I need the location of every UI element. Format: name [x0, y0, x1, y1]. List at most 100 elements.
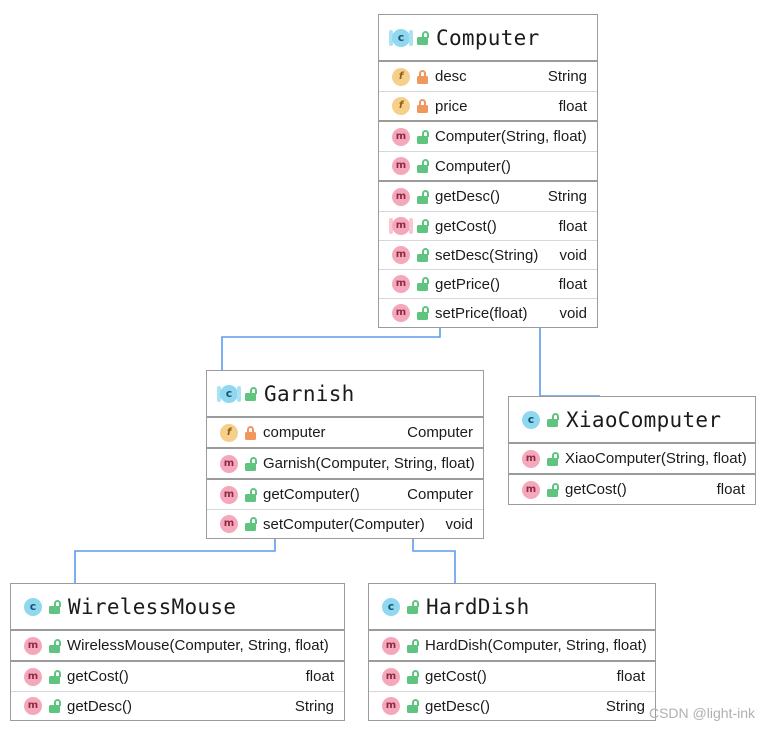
constructors-section-harddish: m HardDish(Computer, String, float)	[369, 629, 655, 660]
method-row[interactable]: m setPrice(float) void	[379, 298, 597, 327]
public-unlocked-icon	[48, 599, 61, 614]
constructors-section-garnish: m Garnish(Computer, String, float)	[207, 447, 483, 478]
public-unlocked-icon	[416, 129, 429, 144]
public-unlocked-icon	[416, 306, 429, 320]
class-icon: c	[519, 410, 543, 429]
public-unlocked-icon	[244, 487, 257, 502]
class-header-harddish: c HardDish	[369, 584, 655, 629]
public-unlocked-icon	[546, 451, 559, 466]
constructor-name-label: Computer()	[435, 157, 511, 175]
method-icon: m	[217, 454, 241, 473]
constructor-name-label: HardDish(Computer, String, float)	[425, 637, 647, 654]
constructor-row[interactable]: m XiaoComputer(String, float)	[509, 444, 755, 473]
class-box-computer[interactable]: c Computer f desc String f price float m…	[378, 14, 598, 328]
field-name-label: price	[435, 97, 468, 115]
fields-section-computer: f desc String f price float	[379, 60, 597, 120]
constructor-name-label: Garnish(Computer, String, float)	[263, 455, 475, 472]
method-icon: m	[379, 636, 403, 655]
method-return-type-label: String	[605, 697, 645, 715]
constructors-section-computer: m Computer(String, float) m Computer()	[379, 120, 597, 180]
constructor-row[interactable]: m Computer()	[379, 151, 597, 180]
method-return-type-label: void	[559, 304, 587, 322]
method-row[interactable]: m getPrice() float	[379, 269, 597, 298]
class-name-label: XiaoComputer	[566, 407, 722, 432]
class-name-label: Computer	[436, 25, 540, 50]
method-row[interactable]: m getComputer() Computer	[207, 480, 483, 509]
relation-harddish-to-garnish	[403, 527, 456, 583]
public-unlocked-icon	[416, 277, 429, 291]
abstract-method-icon: m	[389, 217, 413, 235]
public-unlocked-icon	[244, 517, 257, 531]
method-icon: m	[21, 697, 45, 715]
field-icon: f	[217, 423, 241, 442]
private-lock-icon	[416, 69, 429, 84]
class-box-xiaocomputer[interactable]: c XiaoComputer m XiaoComputer(String, fl…	[508, 396, 756, 505]
method-icon: m	[379, 667, 403, 686]
public-unlocked-icon	[48, 669, 61, 684]
class-header-wirelessmouse: c WirelessMouse	[11, 584, 344, 629]
methods-section-xiaocomputer: m getCost() float	[509, 473, 755, 504]
method-row[interactable]: m setDesc(String) void	[379, 240, 597, 269]
method-name-label: getDesc()	[425, 697, 491, 715]
methods-section-computer: m getDesc() String m getCost() float m s…	[379, 180, 597, 327]
method-name-label: getCost()	[67, 668, 129, 685]
constructor-row[interactable]: m Computer(String, float)	[379, 122, 597, 151]
method-name-label: setDesc(String)	[435, 246, 539, 264]
method-row[interactable]: m getCost() float	[369, 662, 655, 691]
constructor-row[interactable]: m Garnish(Computer, String, float)	[207, 449, 483, 478]
methods-section-garnish: m getComputer() Computer m setComputer(C…	[207, 478, 483, 538]
method-row[interactable]: m setComputer(Computer) void	[207, 509, 483, 538]
fields-section-garnish: f computer Computer	[207, 416, 483, 447]
method-name-label: getCost()	[565, 481, 627, 498]
method-name-label: setPrice(float)	[435, 304, 528, 322]
method-icon: m	[217, 515, 241, 533]
class-header-section: c XiaoComputer	[509, 397, 755, 442]
field-row[interactable]: f computer Computer	[207, 418, 483, 447]
method-row[interactable]: m getCost() float	[509, 475, 755, 504]
relation-xiaocomputer-to-computer	[530, 312, 600, 397]
field-type-label: String	[547, 68, 587, 85]
field-type-label: Computer	[407, 424, 473, 441]
method-name-label: getComputer()	[263, 486, 360, 503]
class-header-section: c Computer	[379, 15, 597, 60]
field-name-label: desc	[435, 68, 467, 85]
method-row[interactable]: m getCost() float	[379, 211, 597, 240]
method-row[interactable]: m getDesc() String	[379, 182, 597, 211]
method-name-label: setComputer(Computer)	[263, 515, 425, 533]
method-row[interactable]: m getCost() float	[11, 662, 344, 691]
method-icon: m	[519, 449, 543, 468]
public-unlocked-icon	[244, 456, 257, 471]
field-type-label: float	[558, 97, 587, 115]
method-icon: m	[389, 127, 413, 146]
method-return-type-label: void	[445, 515, 473, 533]
method-return-type-label: float	[558, 217, 587, 235]
method-name-label: getDesc()	[435, 188, 501, 205]
class-box-garnish[interactable]: c Garnish f computer Computer m Garnish(…	[206, 370, 484, 539]
private-lock-icon	[416, 99, 429, 113]
method-icon: m	[519, 480, 543, 499]
class-box-wirelessmouse[interactable]: c WirelessMouse m WirelessMouse(Computer…	[10, 583, 345, 721]
method-name-label: getPrice()	[435, 275, 501, 293]
method-row[interactable]: m getDesc() String	[369, 691, 655, 720]
public-unlocked-icon	[48, 699, 61, 713]
public-unlocked-icon	[406, 699, 419, 713]
field-name-label: computer	[263, 424, 326, 441]
constructor-row[interactable]: m WirelessMouse(Computer, String, float)	[11, 631, 344, 660]
method-row[interactable]: m getDesc() String	[11, 691, 344, 720]
public-unlocked-icon	[546, 412, 559, 427]
field-row[interactable]: f price float	[379, 91, 597, 120]
public-unlocked-icon	[546, 482, 559, 497]
method-icon: m	[389, 304, 413, 322]
field-row[interactable]: f desc String	[379, 62, 597, 91]
class-box-harddish[interactable]: c HardDish m HardDish(Computer, String, …	[368, 583, 656, 721]
method-icon: m	[21, 667, 45, 686]
public-unlocked-icon	[48, 638, 61, 653]
relation-wirelessmouse-to-garnish	[74, 527, 276, 583]
public-unlocked-icon	[406, 599, 419, 614]
constructor-name-label: Computer(String, float)	[435, 128, 587, 145]
abstract-class-icon: c	[217, 384, 241, 403]
watermark-text: CSDN @light-ink	[648, 705, 755, 721]
constructor-name-label: WirelessMouse(Computer, String, float)	[67, 637, 329, 654]
constructor-row[interactable]: m HardDish(Computer, String, float)	[369, 631, 655, 660]
class-header-section: c HardDish	[369, 584, 655, 629]
